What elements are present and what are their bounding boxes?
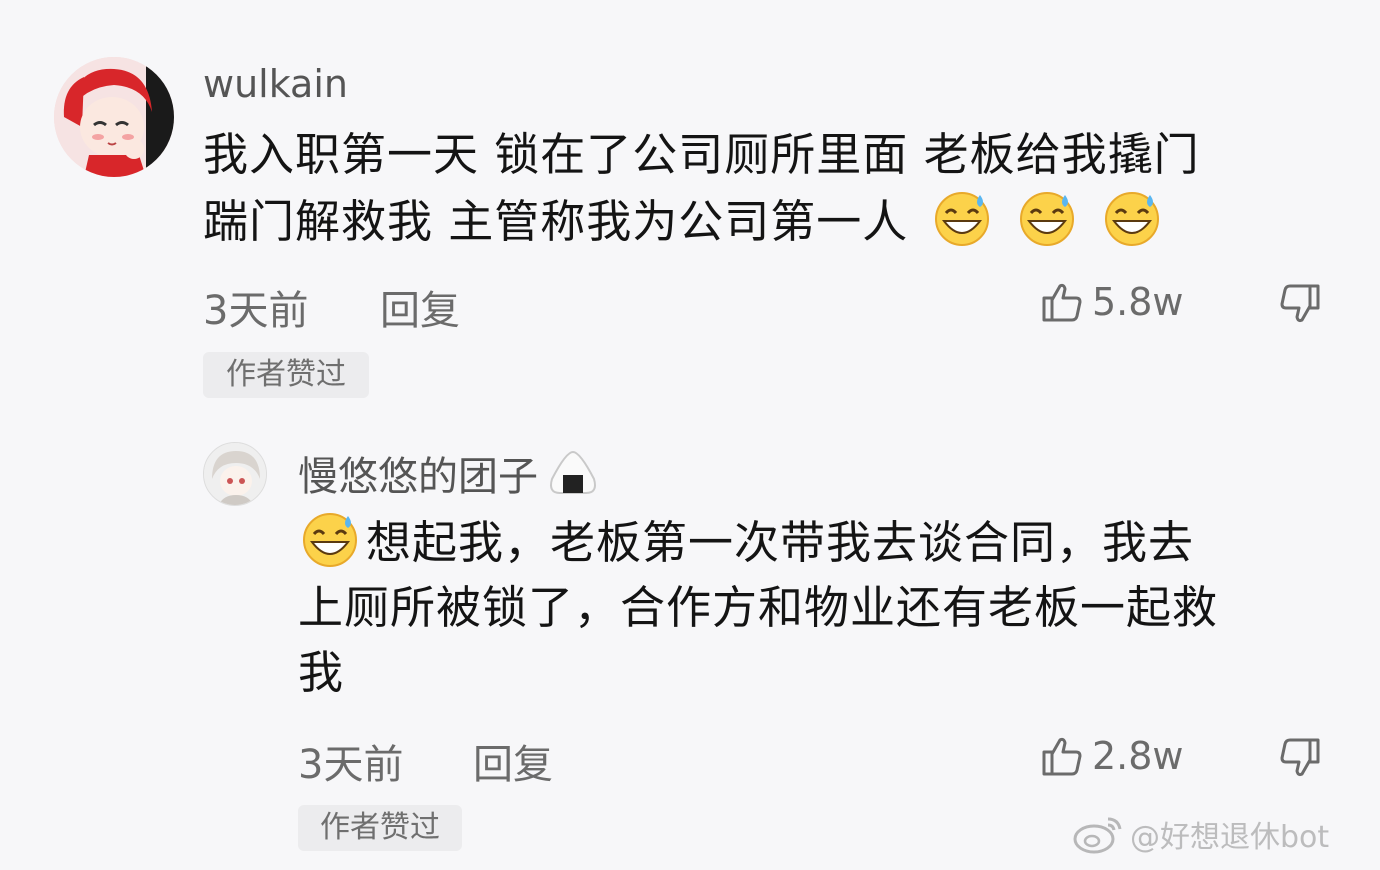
watermark: @好想退休bot [1072, 812, 1329, 856]
comment-text-line: 我入职第一天 锁在了公司厕所里面 老板给我撬门 [203, 128, 1200, 181]
like-count: 2.8w [1092, 734, 1184, 778]
like-button[interactable]: 5.8w [1040, 280, 1184, 324]
comment-text-line: 踹门解救我 主管称我为公司第一人 [203, 195, 909, 248]
watermark-text: @好想退休bot [1130, 820, 1330, 855]
avatar-wulkain[interactable] [54, 57, 174, 177]
username-text[interactable]: 慢悠悠的团子 [298, 444, 538, 502]
cartoon-girl-avatar-icon [54, 57, 174, 177]
comment-text: 我入职第一天 锁在了公司厕所里面 老板给我撬门 踹门解救我 主管称我为公司第一人 [203, 122, 1343, 254]
laughing-sweat-emoji-icon [1019, 192, 1074, 246]
dislike-button[interactable] [1278, 736, 1322, 784]
thumbs-up-icon [1042, 283, 1082, 322]
like-button[interactable]: 2.8w [1040, 734, 1184, 778]
reply-button[interactable]: 回复 [380, 278, 460, 336]
laughing-sweat-emoji-icon [1105, 192, 1160, 246]
laughing-sweat-emoji-icon [303, 513, 357, 567]
anime-boy-avatar-icon [204, 443, 266, 505]
like-count: 5.8w [1092, 280, 1184, 324]
comment-text-line: 我 [298, 646, 345, 699]
comment-text-line: 上厕所被锁了，合作方和物业还有老板一起救 [298, 581, 1219, 634]
username: 慢悠悠的团子 [298, 444, 600, 502]
thumbs-up-icon [1042, 737, 1082, 776]
avatar-reply-user[interactable] [203, 442, 267, 506]
author-liked-badge: 作者赞过 [203, 352, 369, 398]
laughing-sweat-emoji-icon [934, 192, 989, 246]
reply-button[interactable]: 回复 [473, 732, 553, 790]
comment-text: 想起我，老板第一次带我去谈合同，我去 上厕所被锁了，合作方和物业还有老板一起救 … [298, 508, 1348, 705]
comment-time: 3天前 [203, 288, 309, 334]
thumbs-down-icon [1280, 284, 1320, 323]
weibo-logo-icon [1073, 817, 1122, 854]
thumbs-down-icon [1280, 738, 1320, 777]
comment-text-line: 想起我，老板第一次带我去谈合同，我去 [366, 516, 1195, 569]
comment-1: wulkain 我入职第一天 锁在了公司厕所里面 老板给我撬门 踹门解救我 主管… [0, 0, 1380, 410]
username[interactable]: wulkain [203, 62, 348, 106]
author-liked-badge: 作者赞过 [298, 805, 462, 851]
comment-time: 3天前 [298, 742, 404, 788]
onigiri-emoji-icon [550, 450, 596, 494]
dislike-button[interactable] [1278, 282, 1322, 330]
